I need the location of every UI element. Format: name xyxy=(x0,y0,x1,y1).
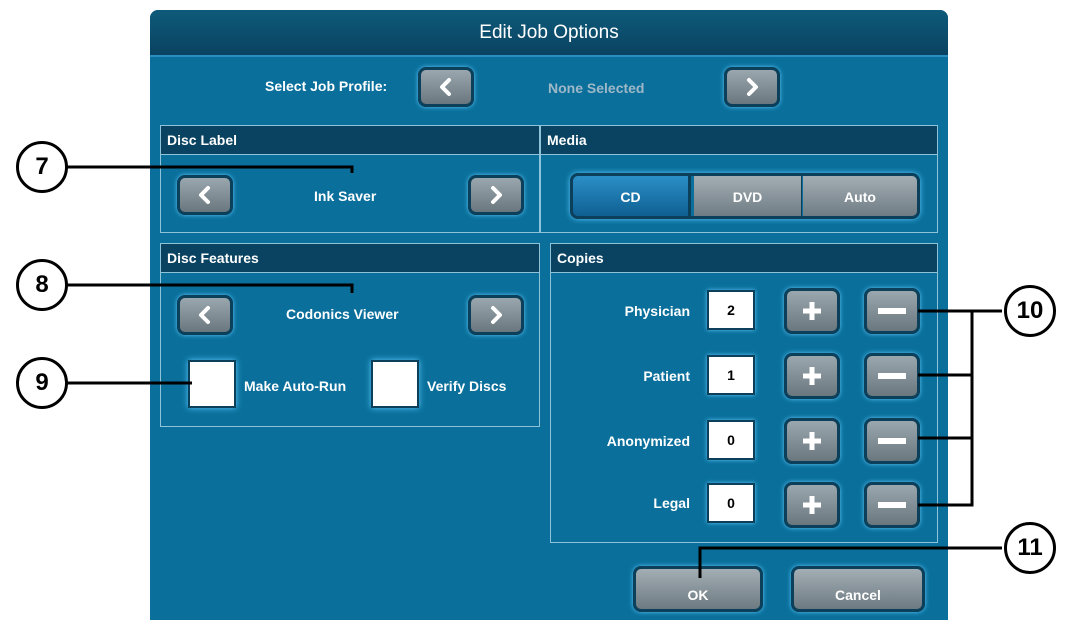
callout-7: 7 xyxy=(16,141,68,193)
callout-8: 8 xyxy=(16,259,68,311)
callout-11: 11 xyxy=(1004,522,1056,574)
callout-10: 10 xyxy=(1004,285,1056,337)
callout-lines xyxy=(66,165,1002,578)
callout-9: 9 xyxy=(16,357,68,409)
